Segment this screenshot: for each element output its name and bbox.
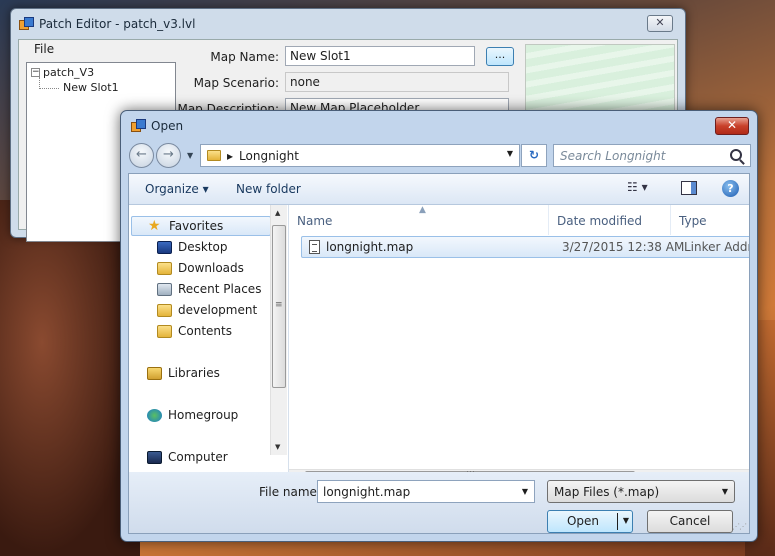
nav-libraries-label: Libraries [168,366,220,380]
nav-item-label: Desktop [178,240,228,254]
nav-item-desktop[interactable]: Desktop [129,237,269,257]
open-dialog-title: Open [151,119,184,133]
forward-button[interactable]: → [156,143,181,168]
sort-ascending-icon: ▲ [419,205,426,215]
navigation-scrollbar[interactable]: ▲ ≡ ▼ [270,205,287,455]
downloads-folder-icon [157,261,172,275]
column-header-name-label: Name [297,214,333,228]
nav-item-label: Recent Places [178,282,262,296]
nav-homegroup-label: Homegroup [168,408,239,422]
file-name: longnight.map [326,240,414,254]
dialog-close-button[interactable]: ✕ [715,117,749,135]
patch-editor-close-button[interactable]: ✕ [647,15,673,32]
menu-file[interactable]: File [34,42,54,56]
back-button[interactable]: ← [129,143,154,168]
homegroup-icon [147,408,162,422]
address-bar[interactable]: ▸ Longnight ▼ [200,144,520,167]
refresh-button[interactable]: ↻ [521,144,547,167]
address-dropdown-icon[interactable]: ▼ [507,149,513,158]
file-type-value: Map Files (*.map) [554,485,660,499]
scroll-up-icon[interactable]: ▲ [275,209,280,217]
help-icon[interactable]: ? [722,180,739,197]
file-type: Linker Address Map [684,240,749,254]
wallpaper-rock [0,200,140,556]
recent-places-icon [157,282,172,296]
nav-homegroup[interactable]: Homegroup [129,405,269,425]
navigation-pane: ★ Favorites Desktop Downloads Recent Pla… [129,205,289,501]
chevron-down-icon[interactable]: ▼ [722,487,728,496]
resize-grip-icon[interactable]: ⋰⋰ [732,522,747,531]
nav-item-label: development [178,303,258,317]
map-scenario-label: Map Scenario: [193,76,279,90]
computer-icon [147,450,162,464]
column-header-type[interactable]: Type [671,205,749,235]
nav-favorites-label: Favorites [169,219,224,233]
path-separator[interactable]: ▸ [227,149,233,163]
recent-locations-dropdown-icon[interactable]: ▼ [187,151,193,160]
folder-icon [207,150,221,161]
nav-favorites[interactable]: ★ Favorites [131,216,271,236]
file-type-select[interactable]: Map Files (*.map) ▼ [547,480,735,503]
libraries-icon [147,366,162,380]
patch-editor-titlebar[interactable]: Patch Editor - patch_v3.lvl [11,9,685,39]
map-scenario-field[interactable]: none [285,72,509,92]
open-dialog: Open ✕ ← → ▼ ▸ Longnight ▼ ↻ Search Long… [120,110,758,542]
browse-button[interactable]: ... [486,47,514,66]
new-folder-button[interactable]: New folder [236,182,301,196]
map-name-label: Map Name: [210,50,279,64]
column-header-date[interactable]: Date modified [549,205,671,235]
dialog-icon [131,119,146,133]
file-name-label: File name: [259,485,321,499]
nav-item-contents[interactable]: Contents [129,321,269,341]
preview-pane-icon[interactable] [681,181,697,195]
file-name-input[interactable]: longnight.map ▼ [317,480,535,503]
search-icon[interactable] [730,149,742,161]
open-button-label: Open [566,514,600,528]
column-header-name[interactable]: Name ▲ [289,205,549,235]
file-row[interactable]: longnight.map 3/27/2015 12:38 AM Linker … [301,236,749,258]
chevron-down-icon[interactable]: ▼ [522,487,528,496]
patch-editor-title: Patch Editor - patch_v3.lvl [39,17,196,31]
scroll-down-icon[interactable]: ▼ [275,443,280,451]
nav-item-recent-places[interactable]: Recent Places [129,279,269,299]
nav-item-development[interactable]: development [129,300,269,320]
open-options-dropdown-icon[interactable]: ▼ [623,511,629,531]
nav-item-label: Contents [178,324,232,338]
organize-button[interactable]: Organize ▾ [145,182,209,196]
cancel-button[interactable]: Cancel [647,510,733,533]
tree-collapse-icon[interactable]: − [31,68,40,77]
nav-computer[interactable]: Computer [129,447,269,467]
map-name-input[interactable]: New Slot1 [285,46,475,66]
dialog-footer: File name: longnight.map ▼ Map Files (*.… [129,472,749,533]
nav-computer-label: Computer [168,450,228,464]
file-icon [309,240,320,254]
file-list: Name ▲ Date modified Type longnight.map … [289,205,749,501]
tree-connector [39,77,59,89]
command-bar: Organize ▾ New folder ☷ ▾ ? [129,174,749,205]
open-dialog-titlebar[interactable]: Open [121,111,757,141]
search-input[interactable]: Search Longnight [553,144,751,167]
navigation-row: ← → ▼ ▸ Longnight ▼ ↻ Search Longnight [129,143,751,169]
nav-item-label: Downloads [178,261,244,275]
nav-item-downloads[interactable]: Downloads [129,258,269,278]
desktop-icon [157,240,172,254]
address-path: Longnight [239,148,299,163]
folder-icon [157,303,172,317]
open-button[interactable]: Open ▼ [547,510,633,533]
split-divider [617,513,618,530]
file-date: 3/27/2015 12:38 AM [562,240,685,254]
star-icon: ★ [148,217,161,234]
file-name-value: longnight.map [323,485,411,499]
nav-libraries[interactable]: Libraries [129,363,269,383]
folder-icon [157,324,172,338]
views-icon[interactable]: ☷ ▾ [627,180,648,194]
tree-child-node[interactable]: New Slot1 [63,81,119,94]
app-icon [19,17,34,31]
dialog-body: Organize ▾ New folder ☷ ▾ ? ★ Favorites … [128,173,750,534]
scroll-grip-icon: ≡ [275,300,283,310]
